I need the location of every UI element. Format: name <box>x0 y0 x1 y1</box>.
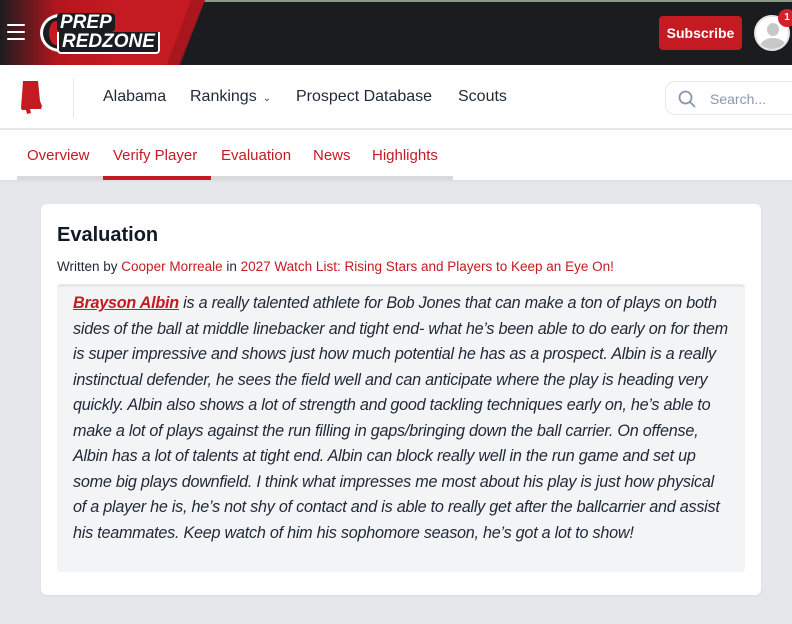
nav-link-rankings-label: Rankings <box>190 88 257 105</box>
search-box[interactable] <box>665 81 792 115</box>
logo-line2: REDZONE <box>57 32 160 54</box>
secondary-nav: Alabama Rankings ⌄ Prospect Database Scou… <box>0 65 792 129</box>
search-input[interactable] <box>710 89 790 109</box>
evaluation-body: is a really talented athlete for Bob Jon… <box>73 294 728 542</box>
nav-link-alabama[interactable]: Alabama <box>103 87 166 107</box>
byline-prefix: Written by <box>57 259 118 274</box>
nav-link-rankings[interactable]: Rankings ⌄ <box>190 87 271 109</box>
byline: Written by Cooper Morreale in 2027 Watch… <box>57 259 614 274</box>
tabs-track <box>17 176 453 180</box>
author-link[interactable]: Cooper Morreale <box>121 259 222 274</box>
player-name-link[interactable]: Brayson Albin <box>73 294 179 312</box>
top-bar: PREP REDZONE Subscribe <box>0 0 792 65</box>
evaluation-title: Evaluation <box>57 224 159 246</box>
evaluation-quote: Brayson Albin is a really talented athle… <box>57 284 745 572</box>
tab-overview[interactable]: Overview <box>27 147 90 165</box>
evaluation-card: Evaluation Written by Cooper Morreale in… <box>41 204 761 595</box>
hamburger-icon[interactable] <box>7 24 25 40</box>
subscribe-button[interactable]: Subscribe <box>659 16 742 50</box>
active-tab-indicator <box>103 176 211 180</box>
nav-divider <box>73 78 74 118</box>
nav-link-prospect-database[interactable]: Prospect Database <box>296 87 432 107</box>
tab-verify-player[interactable]: Verify Player <box>113 147 197 165</box>
logo-line1: PREP <box>57 13 115 32</box>
chevron-down-icon: ⌄ <box>262 93 272 104</box>
prep-redzone-logo[interactable]: PREP REDZONE <box>40 13 160 54</box>
alabama-state-icon[interactable] <box>21 81 43 114</box>
tab-highlights[interactable]: Highlights <box>372 147 438 165</box>
article-link[interactable]: 2027 Watch List: Rising Stars and Player… <box>241 259 614 274</box>
byline-in: in <box>226 259 237 274</box>
notification-badge[interactable]: 1 <box>778 9 792 27</box>
evaluation-text: Brayson Albin is a really talented athle… <box>73 291 729 546</box>
nav-link-scouts[interactable]: Scouts <box>458 87 507 107</box>
tab-news[interactable]: News <box>313 147 351 165</box>
search-icon <box>678 90 696 108</box>
player-tabs: Overview Verify Player Evaluation News H… <box>0 130 792 180</box>
tab-evaluation[interactable]: Evaluation <box>221 147 291 165</box>
